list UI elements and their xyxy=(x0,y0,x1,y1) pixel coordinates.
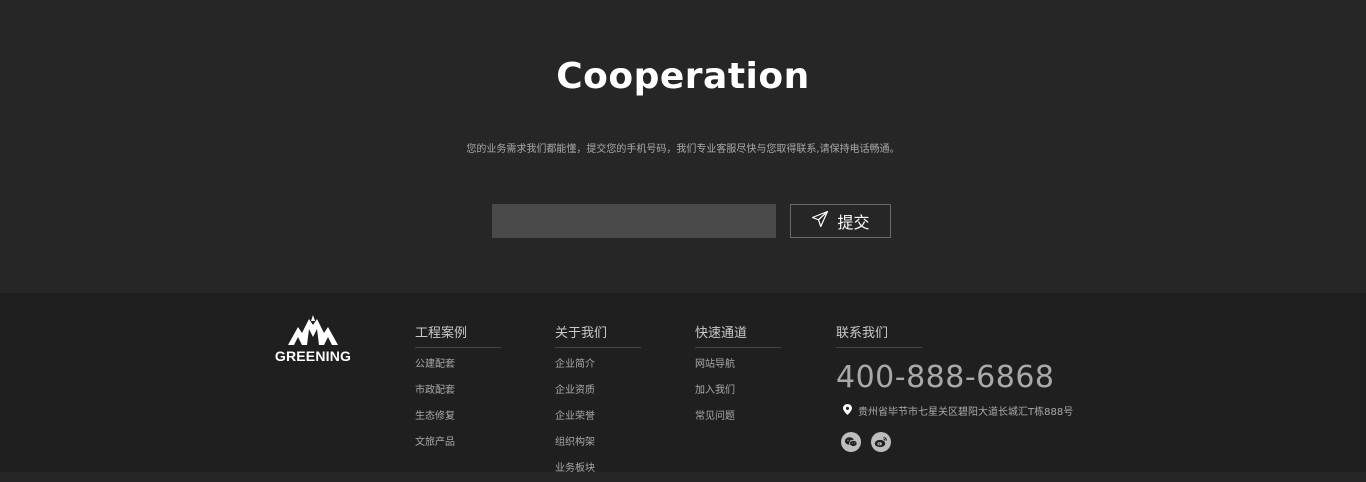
logo[interactable]: GREENING xyxy=(274,315,352,365)
footer-link[interactable]: 公建配套 xyxy=(415,352,501,378)
address-text: 贵州省毕节市七星关区碧阳大道长城汇T栋888号 xyxy=(858,407,1074,418)
address: 贵州省毕节市七星关区碧阳大道长城汇T栋888号 xyxy=(836,403,1073,418)
footer-column-about: 关于我们 企业简介 企业资质 企业荣誉 组织构架 业务板块 xyxy=(555,322,641,482)
submit-button[interactable]: 提交 xyxy=(790,204,891,238)
column-title: 快速通道 xyxy=(695,322,781,348)
footer-link[interactable]: 文旅产品 xyxy=(415,430,501,456)
location-pin-icon xyxy=(843,403,852,418)
column-title: 联系我们 xyxy=(836,322,922,348)
footer-link[interactable]: 组织构架 xyxy=(555,430,641,456)
footer-column-contact: 联系我们 400-888-6868 贵州省毕节市七星关区碧阳大道长城汇T栋888… xyxy=(836,322,1073,452)
footer-link[interactable]: 企业荣誉 xyxy=(555,404,641,430)
footer-link[interactable]: 企业简介 xyxy=(555,352,641,378)
footer-column-quick: 快速通道 网站导航 加入我们 常见问题 xyxy=(695,322,781,430)
footer-link[interactable]: 业务板块 xyxy=(555,456,641,482)
column-title: 工程案例 xyxy=(415,322,501,348)
hotline-number[interactable]: 400-888-6868 xyxy=(836,360,1073,395)
weibo-icon[interactable] xyxy=(871,432,891,452)
footer-link[interactable]: 网站导航 xyxy=(695,352,781,378)
column-title: 关于我们 xyxy=(555,322,641,348)
footer-link[interactable]: 企业资质 xyxy=(555,378,641,404)
social-links xyxy=(836,432,1073,452)
footer-link[interactable]: 常见问题 xyxy=(695,404,781,430)
site-footer: GREENING 工程案例 公建配套 市政配套 生态修复 文旅产品 关于我们 企… xyxy=(0,293,1366,474)
cooperation-section: Cooperation 您的业务需求我们都能懂，提交您的手机号码，我们专业客服尽… xyxy=(0,0,1366,293)
section-subtitle: 您的业务需求我们都能懂，提交您的手机号码，我们专业客服尽快与您取得联系,请保持电… xyxy=(466,144,900,155)
footer-column-projects: 工程案例 公建配套 市政配套 生态修复 文旅产品 xyxy=(415,322,501,456)
wechat-icon[interactable] xyxy=(841,432,861,452)
send-icon xyxy=(811,210,829,232)
phone-input[interactable] xyxy=(492,204,776,238)
footer-link[interactable]: 加入我们 xyxy=(695,378,781,404)
submit-label: 提交 xyxy=(837,213,870,232)
footer-link[interactable]: 市政配套 xyxy=(415,378,501,404)
logo-text: GREENING xyxy=(274,348,352,364)
footer-link[interactable]: 生态修复 xyxy=(415,404,501,430)
section-title: Cooperation xyxy=(556,56,810,97)
